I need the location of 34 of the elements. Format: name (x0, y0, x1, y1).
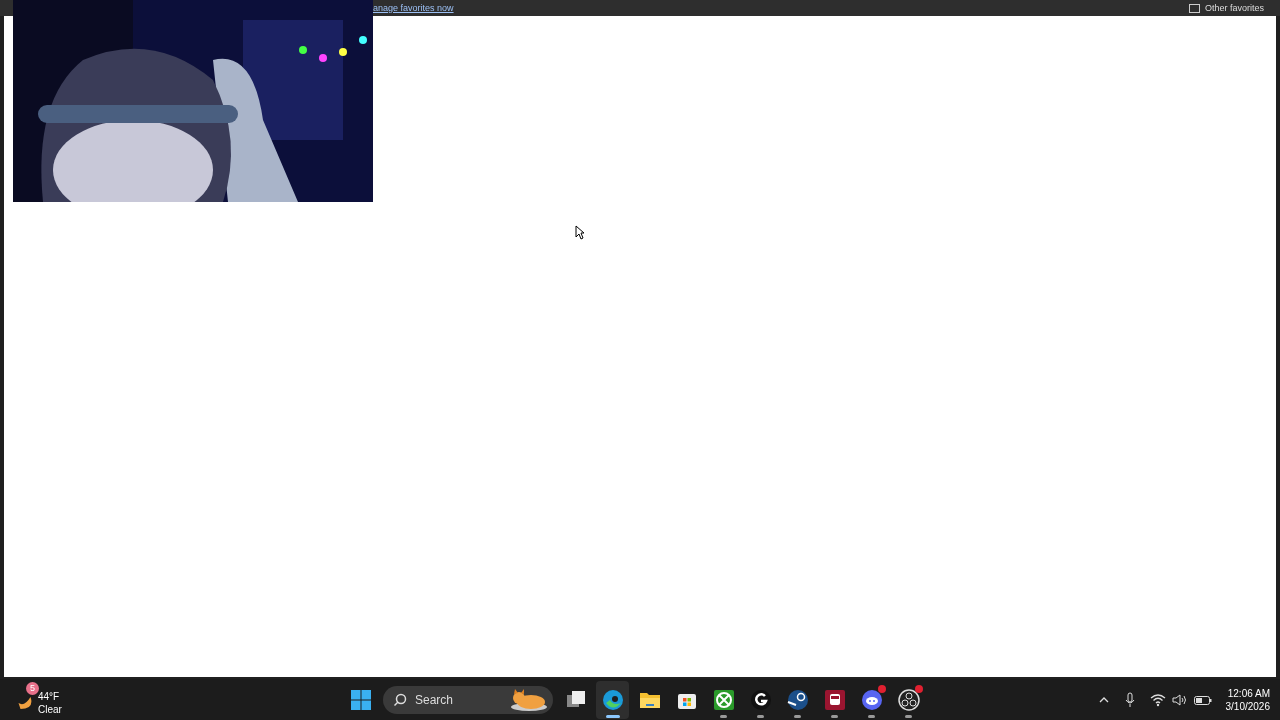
chat-app-icon (859, 687, 884, 712)
bus-icon (822, 687, 847, 712)
search-field[interactable]: Search (383, 685, 553, 714)
weather-widget[interactable]: 5 44°F Clear (16, 681, 68, 718)
favorites-link[interactable]: anage favorites now (373, 2, 454, 14)
notification-dot (878, 684, 886, 693)
g-logo-icon (748, 687, 773, 712)
record-app-icon (896, 687, 921, 712)
notification-dot (915, 684, 923, 693)
weather-condition: Clear (38, 702, 62, 716)
temperature-text: 44°F (38, 689, 61, 703)
search-icon (393, 692, 407, 707)
running-indicator (905, 714, 912, 718)
windows-start-icon (348, 687, 373, 712)
cat-icon (509, 688, 549, 711)
wifi-icon[interactable] (1149, 692, 1166, 707)
running-indicator (794, 714, 801, 718)
xbox-icon (711, 687, 736, 712)
browser-icon (600, 687, 625, 712)
other-favorites-button[interactable]: Other favorites (1188, 2, 1264, 14)
moon-icon (18, 695, 34, 710)
mouse-cursor-icon (575, 225, 585, 240)
battery-icon[interactable] (1193, 693, 1212, 706)
running-indicator (868, 714, 875, 718)
clock[interactable]: 12:06 AM 3/10/2026 (1225, 686, 1270, 713)
steam-icon (785, 687, 810, 712)
running-indicator (757, 714, 764, 718)
running-indicator (720, 714, 727, 718)
running-indicator (606, 714, 620, 718)
taskbar-button[interactable] (596, 680, 629, 719)
notification-badge: 5 (26, 681, 39, 695)
running-indicator (831, 714, 838, 718)
volume-icon[interactable] (1171, 692, 1188, 707)
microphone-icon[interactable] (1123, 691, 1136, 708)
